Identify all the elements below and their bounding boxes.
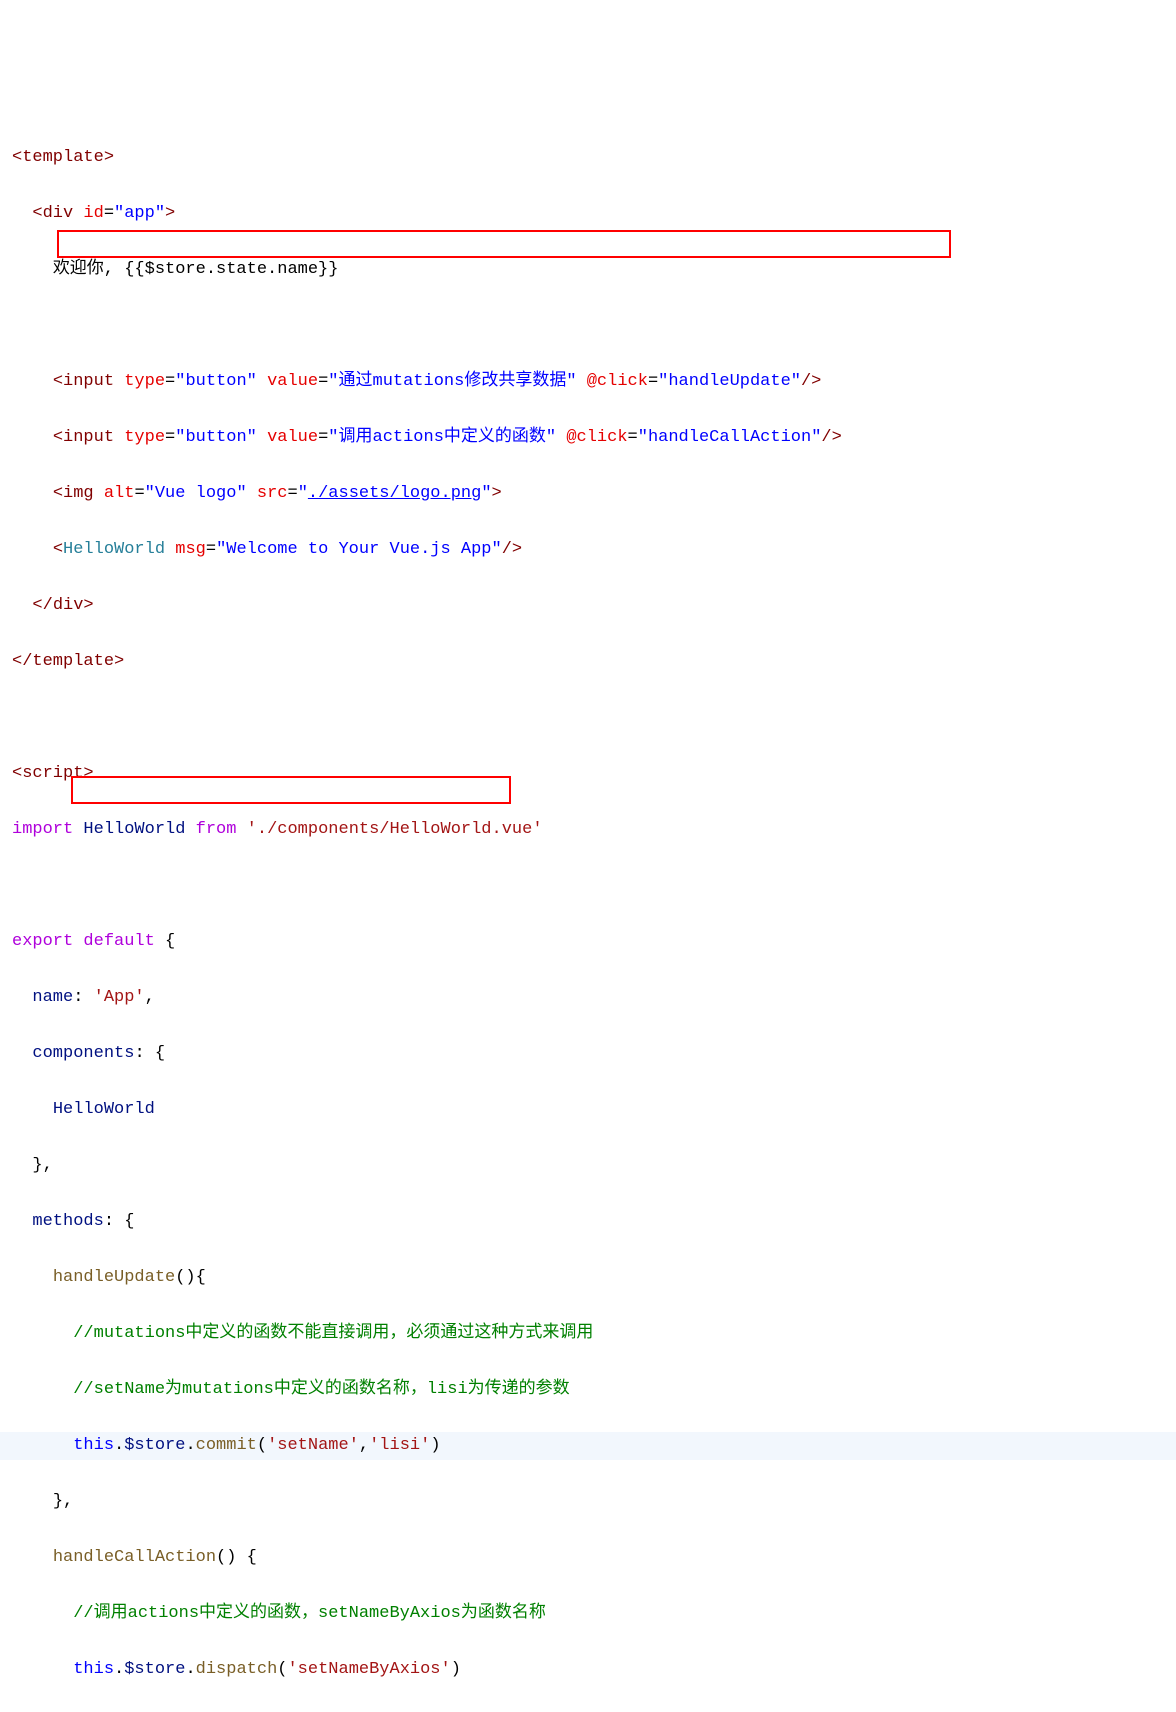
val-actions: 调用actions中定义的函数 (339, 428, 546, 447)
tag-div-close: div (53, 596, 84, 615)
code-line: this.$store.dispatch('setNameByAxios') (0, 1656, 1176, 1684)
fn-handleupdate: handleUpdate (53, 1268, 175, 1287)
fn-handlecallaction: handleCallAction (53, 1548, 216, 1567)
key-components: components (32, 1044, 134, 1063)
code-line: <script> (0, 760, 1176, 788)
fn-commit: commit (196, 1436, 257, 1455)
import-path: './components/HelloWorld.vue' (247, 820, 543, 839)
attr-value: value (267, 372, 318, 391)
tag-img: img (63, 484, 94, 503)
attr-type2: type (124, 428, 165, 447)
kw-default: default (83, 932, 154, 951)
arg-lisi: 'lisi' (369, 1436, 430, 1455)
kw-this2: this (73, 1660, 114, 1679)
code-line: HelloWorld (0, 1096, 1176, 1124)
val-app: app (124, 204, 155, 223)
key-name: name (32, 988, 73, 1007)
code-line-blank (0, 704, 1176, 732)
tag-div: div (43, 204, 74, 223)
arg-setname: 'setName' (267, 1436, 359, 1455)
kw-this: this (73, 1436, 114, 1455)
highlight-box-input (57, 230, 951, 258)
code-line: <input type="button" value="调用actions中定义… (0, 424, 1176, 452)
code-line (0, 312, 1176, 340)
code-line-blank (0, 872, 1176, 900)
code-editor[interactable]: <template> <div id="app"> 欢迎你, {{$store.… (0, 116, 1176, 1712)
code-line: handleCallAction() { (0, 1544, 1176, 1572)
arg-axios: 'setNameByAxios' (287, 1660, 450, 1679)
code-line: <HelloWorld msg="Welcome to Your Vue.js … (0, 536, 1176, 564)
code-line: }, (0, 1488, 1176, 1516)
attr-src: src (257, 484, 288, 503)
tag-script: script (22, 764, 83, 783)
tag-input: input (63, 372, 114, 391)
kw-import: import (12, 820, 73, 839)
code-line-highlighted: <input type="button" value="通过mutations修… (0, 368, 1176, 396)
kw-from: from (196, 820, 237, 839)
code-line: name: 'App', (0, 984, 1176, 1012)
code-line: <div id="app"> (0, 200, 1176, 228)
val-button2: button (185, 428, 246, 447)
code-line: //调用actions中定义的函数，setNameByAxios为函数名称 (0, 1600, 1176, 1628)
val-handleupdate: handleUpdate (668, 372, 790, 391)
code-line: //setName为mutations中定义的函数名称，lisi为传递的参数 (0, 1376, 1176, 1404)
code-line: </div> (0, 592, 1176, 620)
comment-actions: //调用actions中定义的函数，setNameByAxios为函数名称 (73, 1604, 546, 1623)
val-vuelogo: Vue logo (155, 484, 237, 503)
code-line: </template> (0, 648, 1176, 676)
code-line-highlighted: this.$store.commit('setName','lisi') (0, 1432, 1176, 1460)
code-line: methods: { (0, 1208, 1176, 1236)
val-welcome: Welcome to Your Vue.js App (226, 540, 491, 559)
code-line: components: { (0, 1040, 1176, 1068)
attr-click2: @click (566, 428, 627, 447)
prop-store2: $store (124, 1660, 185, 1679)
attr-id: id (83, 204, 103, 223)
attr-type: type (124, 372, 165, 391)
import-helloworld: HelloWorld (83, 820, 185, 839)
attr-value2: value (267, 428, 318, 447)
comment-mutations2: //setName为mutations中定义的函数名称，lisi为传递的参数 (73, 1380, 569, 1399)
tag-input2: input (63, 428, 114, 447)
code-line: handleUpdate(){ (0, 1264, 1176, 1292)
attr-msg: msg (175, 540, 206, 559)
fn-dispatch: dispatch (196, 1660, 278, 1679)
code-line: <template> (0, 144, 1176, 172)
val-handlecallaction: handleCallAction (648, 428, 811, 447)
tag-template-close: template (32, 652, 114, 671)
attr-click: @click (587, 372, 648, 391)
attr-alt: alt (104, 484, 135, 503)
code-line: export default { (0, 928, 1176, 956)
prop-store: $store (124, 1436, 185, 1455)
code-line: 欢迎你, {{$store.state.name}} (0, 256, 1176, 284)
kw-export: export (12, 932, 73, 951)
code-line: }, (0, 1152, 1176, 1180)
code-line: import HelloWorld from './components/Hel… (0, 816, 1176, 844)
code-line: <img alt="Vue logo" src="./assets/logo.p… (0, 480, 1176, 508)
comp-helloworld: HelloWorld (53, 1100, 155, 1119)
val-logopath: ./assets/logo.png (308, 484, 481, 503)
val-appname: 'App' (94, 988, 145, 1007)
key-methods: methods (32, 1212, 103, 1231)
comment-mutations1: //mutations中定义的函数不能直接调用，必须通过这种方式来调用 (73, 1324, 593, 1343)
tag-template: template (22, 148, 104, 167)
val-mutations: 通过mutations修改共享数据 (339, 372, 567, 391)
tag-helloworld: HelloWorld (63, 540, 165, 559)
code-line: //mutations中定义的函数不能直接调用，必须通过这种方式来调用 (0, 1320, 1176, 1348)
val-button: button (185, 372, 246, 391)
interp-store: {{$store.state.name}} (124, 260, 338, 279)
text-welcome: 欢迎你, (53, 260, 124, 279)
